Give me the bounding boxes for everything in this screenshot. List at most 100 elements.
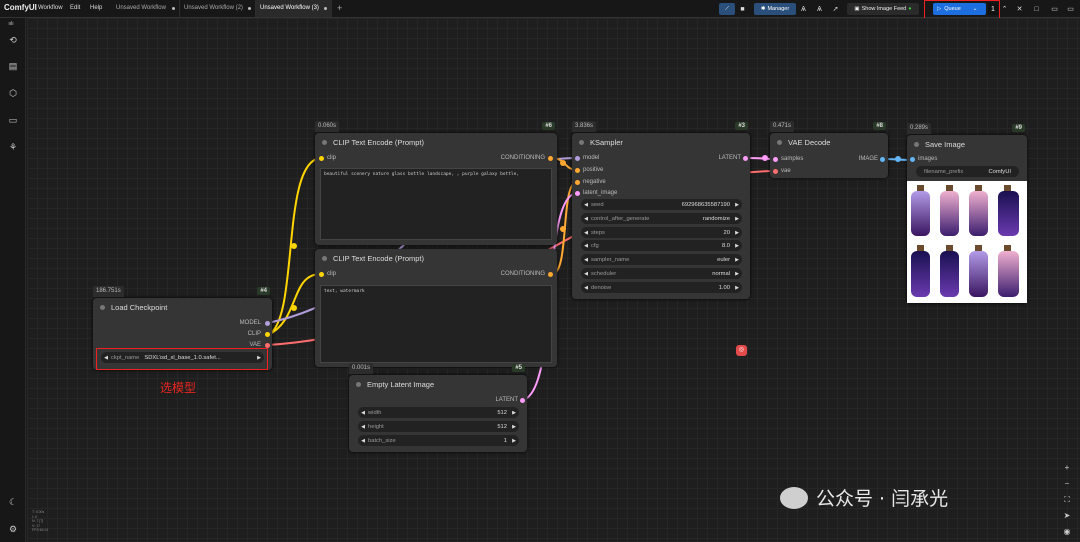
widget-label: scheduler (591, 270, 617, 277)
widget-value: normal (712, 270, 730, 277)
widget-value: 1 (503, 437, 507, 444)
widget-value: 8.0 (721, 242, 730, 249)
clip-text-encode-positive-node[interactable]: 0.060s #6 CLIP Text Encode (Prompt) clip… (315, 121, 557, 245)
sampler-name-widget[interactable]: ◀ sampler_name euler ▶ (581, 254, 742, 265)
pan-mode-icon[interactable]: ➤ (1061, 510, 1073, 522)
model-output-label: MODEL (239, 320, 261, 326)
decrement-icon[interactable]: ◀ (581, 257, 591, 263)
latent-output-label: LATENT (495, 397, 518, 403)
conditioning-output-dot[interactable] (548, 272, 553, 277)
image-preview-grid[interactable] (907, 181, 1027, 303)
increment-icon[interactable]: ▶ (732, 257, 742, 263)
decrement-icon[interactable]: ◀ (581, 243, 591, 249)
latent-output-label: LATENT (718, 155, 741, 161)
denoise-widget[interactable]: ◀ denoise 1.00 ▶ (581, 282, 742, 293)
model-output-dot[interactable] (265, 321, 270, 326)
clip-input-dot[interactable] (319, 272, 324, 277)
widget-label: cfg (591, 242, 599, 249)
positive-input-dot[interactable] (575, 168, 580, 173)
scheduler-widget[interactable]: ◀ scheduler normal ▶ (581, 268, 742, 279)
checkpoint-highlight-box (96, 348, 268, 370)
control-after-generate-widget[interactable]: ◀ control_after_generate randomize ▶ (581, 213, 742, 224)
ksampler-node[interactable]: 3.836s #3 KSampler model positive negati… (572, 121, 750, 299)
samples-input-label: samples (781, 156, 804, 162)
node-time: 3.836s (572, 121, 597, 132)
samples-input-dot[interactable] (773, 157, 778, 162)
wechat-logo-icon (780, 486, 808, 509)
widget-value: euler (717, 256, 730, 263)
clip-text-encode-negative-node[interactable]: CLIP Text Encode (Prompt) clip CONDITION… (315, 249, 557, 367)
vae-input-label: vae (781, 168, 791, 174)
latent-input-dot[interactable] (575, 191, 580, 196)
latent-output-dot[interactable] (743, 156, 748, 161)
node-time: 186.751s (93, 286, 124, 297)
image-output-label: IMAGE (858, 156, 878, 162)
node-id: #4 (257, 287, 270, 295)
vae-decode-node[interactable]: 0.471s #8 VAE Decode samples vae IMAGE (770, 121, 888, 178)
node-title: KSampler (572, 133, 750, 151)
increment-icon[interactable]: ▶ (509, 424, 519, 430)
widget-label: height (368, 423, 384, 430)
increment-icon[interactable]: ▶ (509, 438, 519, 444)
filename-prefix-widget[interactable]: filename_prefix ComfyUI (916, 166, 1019, 177)
decrement-icon[interactable]: ◀ (581, 230, 591, 236)
widget-label: control_after_generate (591, 215, 650, 222)
node-title: Load Checkpoint (93, 298, 272, 316)
empty-latent-image-node[interactable]: 0.001s #5 Empty Latent Image LATENT ◀ wid… (349, 363, 527, 452)
node-id: #8 (873, 122, 886, 130)
fit-view-icon[interactable]: ⛶ (1061, 494, 1073, 506)
increment-icon[interactable]: ▶ (509, 410, 519, 416)
decrement-icon[interactable]: ◀ (358, 424, 368, 430)
decrement-icon[interactable]: ◀ (581, 216, 591, 222)
negative-input-dot[interactable] (575, 180, 580, 185)
decrement-icon[interactable]: ◀ (581, 271, 591, 277)
positive-input-label: positive (583, 167, 604, 173)
widget-label: seed (591, 201, 604, 208)
vae-input-dot[interactable] (773, 169, 778, 174)
widget-label: denoise (591, 284, 612, 291)
image-output-dot[interactable] (880, 157, 885, 162)
increment-icon[interactable]: ▶ (732, 285, 742, 291)
clip-output-label: CLIP (247, 331, 261, 337)
toggle-links-icon[interactable]: ◉ (1061, 526, 1073, 538)
decrement-icon[interactable]: ◀ (358, 438, 368, 444)
model-input-dot[interactable] (575, 156, 580, 161)
node-time: 0.471s (770, 121, 795, 132)
conditioning-output-dot[interactable] (548, 156, 553, 161)
clip-input-dot[interactable] (319, 156, 324, 161)
zoom-out-icon[interactable]: − (1061, 478, 1073, 490)
decrement-icon[interactable]: ◀ (581, 285, 591, 291)
images-input-label: images (918, 156, 938, 162)
increment-icon[interactable]: ▶ (732, 216, 742, 222)
decrement-icon[interactable]: ◀ (581, 202, 591, 208)
widget-label: filename_prefix (924, 168, 964, 175)
clip-output-dot[interactable] (265, 332, 270, 337)
watermark-text: 公众号 · 闫承光 (816, 488, 949, 510)
cfg-widget[interactable]: ◀ cfg 8.0 ▶ (581, 240, 742, 251)
increment-icon[interactable]: ▶ (732, 271, 742, 277)
seed-widget[interactable]: ◀ seed 692968635587190 ▶ (581, 199, 742, 210)
decrement-icon[interactable]: ◀ (358, 410, 368, 416)
latent-image-input-label: latent_image (583, 190, 618, 196)
node-title: Empty Latent Image (349, 375, 527, 393)
watermark: 公众号 · 闫承光 (780, 484, 948, 511)
width-widget[interactable]: ◀ width 512 ▶ (358, 407, 519, 418)
negative-prompt-textarea[interactable]: text, watermark (320, 285, 552, 363)
node-time: 0.060s (315, 121, 340, 132)
images-input-dot[interactable] (910, 157, 915, 162)
prompt-textarea[interactable]: beautiful scenery nature glass bottle la… (320, 168, 552, 240)
generated-bottles-image (911, 185, 1019, 297)
increment-icon[interactable]: ▶ (732, 243, 742, 249)
batch-size-widget[interactable]: ◀ batch_size 1 ▶ (358, 435, 519, 446)
increment-icon[interactable]: ▶ (732, 202, 742, 208)
increment-icon[interactable]: ▶ (732, 230, 742, 236)
steps-widget[interactable]: ◀ steps 20 ▶ (581, 227, 742, 238)
latent-output-dot[interactable] (520, 398, 525, 403)
zoom-in-icon[interactable]: + (1061, 462, 1073, 474)
node-title: VAE Decode (770, 133, 888, 151)
height-widget[interactable]: ◀ height 512 ▶ (358, 421, 519, 432)
floating-badge-icon[interactable]: ◎ (736, 345, 747, 356)
save-image-node[interactable]: 0.289s #9 Save Image images filename_pre… (907, 123, 1027, 303)
widget-value: 512 (497, 423, 507, 430)
widget-value: 512 (497, 409, 507, 416)
